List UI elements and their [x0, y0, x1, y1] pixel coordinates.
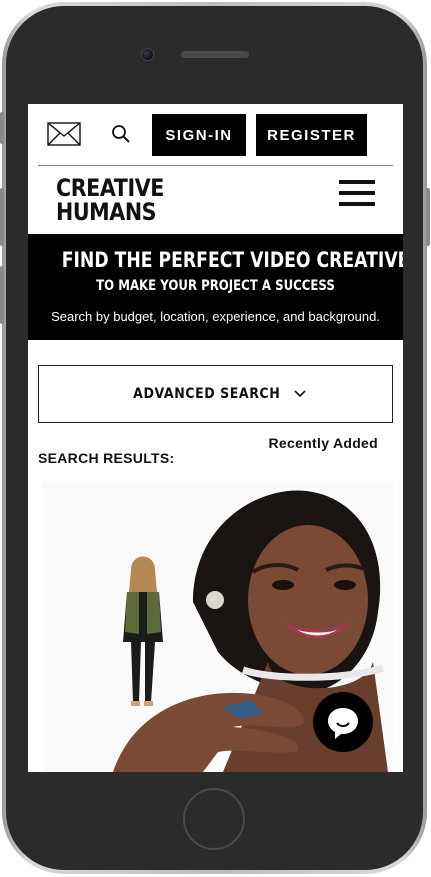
chat-button[interactable]	[313, 692, 373, 752]
header-divider	[38, 165, 393, 166]
hero-banner: FIND THE PERFECT VIDEO CREATIVE TO MAKE …	[28, 234, 403, 340]
mute-switch	[0, 112, 4, 144]
home-button[interactable]	[183, 788, 245, 850]
sign-in-button[interactable]: SIGN-IN	[152, 114, 246, 156]
chevron-down-icon	[294, 390, 306, 398]
sort-recently-added[interactable]: Recently Added	[269, 435, 378, 451]
chat-bubble-icon	[328, 708, 358, 739]
hero-subtitle: TO MAKE YOUR PROJECT A SUCCESS	[96, 278, 335, 294]
creative-humans-logo[interactable]: CREATIVE HUMANS	[56, 176, 176, 224]
earpiece-speaker	[181, 51, 249, 58]
search-icon[interactable]	[111, 124, 131, 144]
hero-title: FIND THE PERFECT VIDEO CREATIVE	[61, 248, 403, 272]
power-button	[426, 188, 430, 246]
top-navigation: SIGN-IN REGISTER	[28, 104, 403, 164]
logo-line-1: CREATIVE	[56, 174, 164, 202]
logo-line-2: HUMANS	[56, 198, 157, 226]
mail-icon[interactable]	[47, 121, 81, 147]
search-results-heading: SEARCH RESULTS:	[38, 450, 175, 466]
register-button[interactable]: REGISTER	[256, 114, 367, 156]
front-camera	[141, 48, 154, 61]
advanced-search-button[interactable]: ADVANCED SEARCH	[38, 365, 393, 423]
phone-screen: SIGN-IN REGISTER CREATIVE HUMANS FIND TH…	[28, 104, 403, 772]
volume-down-button	[0, 266, 4, 324]
hamburger-menu-icon[interactable]	[339, 180, 375, 210]
hero-description: Search by budget, location, experience, …	[51, 309, 380, 324]
advanced-search-label: ADVANCED SEARCH	[132, 386, 281, 402]
volume-up-button	[0, 188, 4, 246]
